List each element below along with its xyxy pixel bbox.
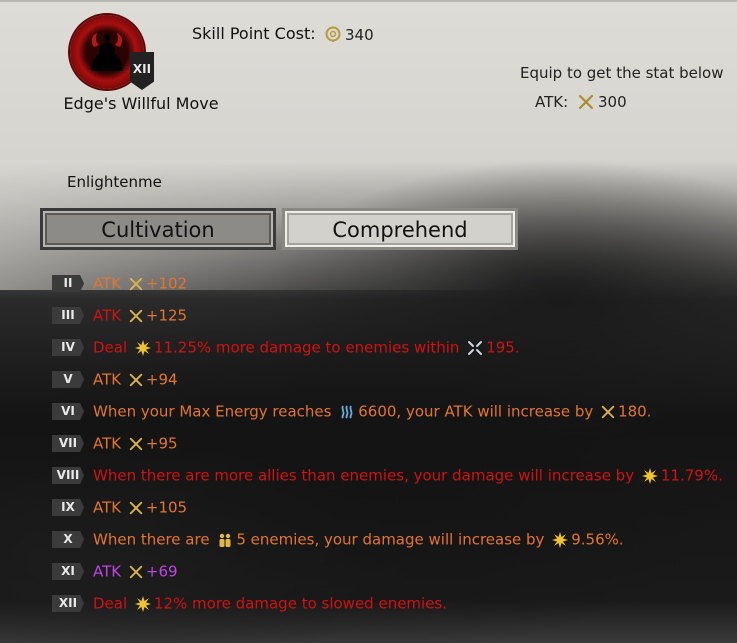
level-numeral-badge: IV	[52, 339, 84, 356]
level-numeral-badge: II	[52, 275, 84, 292]
crossed-swords-icon	[129, 277, 143, 290]
burst-icon	[134, 595, 151, 612]
crossed-swords-icon	[129, 437, 143, 450]
energy-waves-icon	[341, 405, 353, 419]
enemy-group-icon	[219, 533, 231, 547]
level-row-vi: VI When your Max Energy reaches 6600, you…	[52, 402, 651, 422]
skill-name: Edge's Willful Move	[63, 94, 219, 113]
level-numeral-badge: XII	[52, 595, 84, 612]
burst-icon	[552, 531, 569, 548]
crossed-swords-icon	[601, 405, 615, 418]
level-numeral-badge: VIII	[52, 467, 84, 484]
skill-point-icon	[325, 26, 341, 42]
level-row-viii: VIII When there are more allies than enem…	[52, 466, 723, 486]
level-row-vii: VII ATK +95	[52, 434, 178, 454]
level-row-ix: IX ATK +105	[52, 498, 187, 518]
crossed-swords-icon	[129, 501, 143, 514]
warrior-silhouette-icon	[91, 33, 123, 71]
level-row-iv: IV Deal 11.25% more damage to enemies wit…	[52, 338, 520, 358]
level-numeral-badge: III	[52, 307, 84, 324]
level-row-ii: II ATK +102	[52, 274, 187, 294]
crossed-swords-icon	[578, 94, 594, 110]
skill-point-cost-label: Skill Point Cost:	[192, 24, 316, 43]
equip-stat-label: ATK:	[535, 93, 569, 111]
level-row-iii: III ATK +125	[52, 306, 187, 326]
level-numeral-badge: VII	[52, 435, 84, 452]
burst-icon	[641, 467, 658, 484]
level-row-v: V ATK +94	[52, 370, 178, 390]
level-row-x: X When there are 5 enemies, your damage w…	[52, 530, 624, 550]
level-numeral-badge: XI	[52, 563, 84, 580]
tab-cultivation[interactable]: Cultivation	[40, 208, 276, 250]
level-row-xii: XII Deal 12% more damage to slowed enemie…	[52, 594, 447, 614]
top-divider	[0, 0, 737, 2]
level-numeral-badge: VI	[52, 403, 84, 420]
section-label: Enlightenme	[67, 173, 162, 191]
level-numeral-badge: IX	[52, 499, 84, 516]
equip-stat-value: 300	[598, 93, 627, 111]
crossed-swords-icon	[129, 565, 143, 578]
tab-comprehend[interactable]: Comprehend	[282, 208, 518, 250]
crossed-swords-icon	[129, 373, 143, 386]
level-row-xi: XI ATK +69	[52, 562, 178, 582]
burst-icon	[134, 339, 151, 356]
level-numeral-badge: X	[52, 531, 84, 548]
equip-stat-heading: Equip to get the stat below	[520, 64, 724, 82]
range-arrows-icon	[468, 340, 483, 355]
skill-point-cost-value: 340	[345, 26, 374, 44]
crossed-swords-icon	[129, 309, 143, 322]
level-numeral-badge: V	[52, 371, 84, 388]
